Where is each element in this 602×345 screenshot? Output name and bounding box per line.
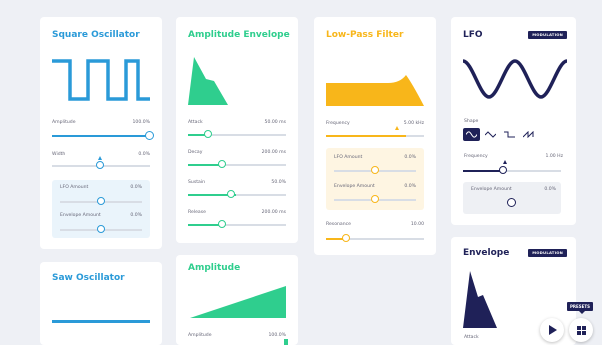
width-slider-knob[interactable] xyxy=(96,161,104,169)
modulation-badge: MODULATION xyxy=(528,249,567,257)
shape-sine-button[interactable] xyxy=(463,128,480,141)
grid-icon xyxy=(576,325,586,335)
attack-value: 50.00 ms xyxy=(264,120,286,125)
decay-slider-knob[interactable] xyxy=(218,160,226,168)
lfo-amount-slider-knob[interactable] xyxy=(97,197,105,205)
panel-title: Envelope xyxy=(463,248,510,258)
frequency-marker-icon xyxy=(395,126,399,130)
saw-wave-line xyxy=(52,320,150,323)
sawtooth-icon xyxy=(523,131,534,138)
amplitude-panel: Amplitude Amplitude 100.0% xyxy=(176,255,298,345)
panel-title: LFO xyxy=(463,30,483,40)
square-icon xyxy=(504,131,515,138)
presets-tooltip: PRESETS xyxy=(567,302,593,311)
resonance-value: 10.00 xyxy=(410,222,424,227)
presets-label: PRESETS xyxy=(570,304,590,309)
attack-label: Attack xyxy=(464,335,479,340)
modulation-badge: MODULATION xyxy=(528,31,567,39)
amplitude-label: Amplitude xyxy=(188,333,212,338)
play-icon xyxy=(549,325,557,335)
amplitude-ramp-icon xyxy=(190,286,286,318)
sustain-value: 50.0% xyxy=(271,180,286,185)
release-slider-fill xyxy=(188,224,220,226)
panel-title: Square Oscillator xyxy=(52,30,140,40)
resonance-label: Resonance xyxy=(326,222,352,227)
amplitude-slider-knob-partial[interactable] xyxy=(284,339,288,345)
triangle-icon xyxy=(485,131,496,138)
frequency-slider-fill xyxy=(326,135,406,137)
shape-triangle-button[interactable] xyxy=(482,128,499,141)
envelope-amount-knob[interactable] xyxy=(507,198,516,207)
envelope-amount-slider-knob[interactable] xyxy=(97,225,105,233)
presets-button[interactable] xyxy=(569,318,593,342)
width-marker-icon xyxy=(98,156,102,160)
presets-tooltip-arrow xyxy=(579,311,585,314)
envelope-amount-value: 0.0% xyxy=(404,184,416,189)
lfo-amount-value: 0.0% xyxy=(404,155,416,160)
lfo-amount-value: 0.0% xyxy=(130,185,142,190)
width-value: 0.0% xyxy=(138,152,150,157)
attack-label: Attack xyxy=(188,120,203,125)
envelope-shape-icon xyxy=(463,271,497,328)
play-button[interactable] xyxy=(540,318,564,342)
release-value: 200.00 ms xyxy=(261,210,286,215)
envelope-amount-slider-knob[interactable] xyxy=(371,195,379,203)
lfo-panel: LFO MODULATION Shape Frequency 1.00 Hz E… xyxy=(451,17,576,225)
amplitude-value: 100.0% xyxy=(132,120,150,125)
low-pass-filter-panel: Low-Pass Filter Frequency 5.00 kHz LFO A… xyxy=(314,17,436,255)
sine-icon xyxy=(466,131,477,138)
envelope-amount-label: Envelope Amount xyxy=(60,213,101,218)
amplitude-label: Amplitude xyxy=(52,120,76,125)
amplitude-slider-knob[interactable] xyxy=(145,131,154,140)
envelope-amount-label: Envelope Amount xyxy=(334,184,375,189)
envelope-amount-value: 0.0% xyxy=(544,187,556,192)
frequency-label: Frequency xyxy=(464,154,488,159)
envelope-shape-icon xyxy=(188,57,228,105)
lfo-amount-label: LFO Amount xyxy=(334,155,363,160)
attack-slider-knob[interactable] xyxy=(204,130,212,138)
frequency-value: 5.00 kHz xyxy=(403,121,424,126)
release-label: Release xyxy=(188,210,206,215)
decay-slider-fill xyxy=(188,164,220,166)
frequency-marker-icon xyxy=(503,160,507,164)
panel-title: Amplitude Envelope xyxy=(188,30,290,40)
amplitude-value: 100.0% xyxy=(268,333,286,338)
sustain-slider-knob[interactable] xyxy=(227,190,235,198)
lfo-amount-label: LFO Amount xyxy=(60,185,89,190)
shape-sawtooth-button[interactable] xyxy=(520,128,537,141)
shape-label: Shape xyxy=(464,119,479,124)
resonance-slider-knob[interactable] xyxy=(342,234,350,242)
frequency-label: Frequency xyxy=(326,121,350,126)
envelope-amount-label: Envelope Amount xyxy=(471,187,512,192)
filter-curve-icon xyxy=(326,75,424,106)
envelope-amount-value: 0.0% xyxy=(130,213,142,218)
decay-label: Decay xyxy=(188,150,203,155)
panel-title: Saw Oscillator xyxy=(52,273,125,283)
frequency-slider-knob[interactable] xyxy=(499,166,507,174)
frequency-slider-fill xyxy=(463,170,501,172)
amplitude-envelope-panel: Amplitude Envelope Attack 50.00 ms Decay… xyxy=(176,17,298,243)
sine-wave-icon xyxy=(463,59,567,99)
release-slider-knob[interactable] xyxy=(218,220,226,228)
square-wave-icon xyxy=(52,59,150,101)
panel-title: Low-Pass Filter xyxy=(326,30,404,40)
square-oscillator-panel: Square Oscillator Amplitude 100.0% Width… xyxy=(40,17,162,249)
sustain-label: Sustain xyxy=(188,180,206,185)
decay-value: 200.00 ms xyxy=(261,150,286,155)
lfo-amount-slider-knob[interactable] xyxy=(371,166,379,174)
shape-square-button[interactable] xyxy=(501,128,518,141)
panel-title: Amplitude xyxy=(188,263,241,273)
amplitude-slider-track[interactable] xyxy=(52,135,150,137)
saw-oscillator-panel: Saw Oscillator xyxy=(40,262,162,345)
width-label: Width xyxy=(52,152,66,157)
frequency-value: 1.00 Hz xyxy=(545,154,563,159)
